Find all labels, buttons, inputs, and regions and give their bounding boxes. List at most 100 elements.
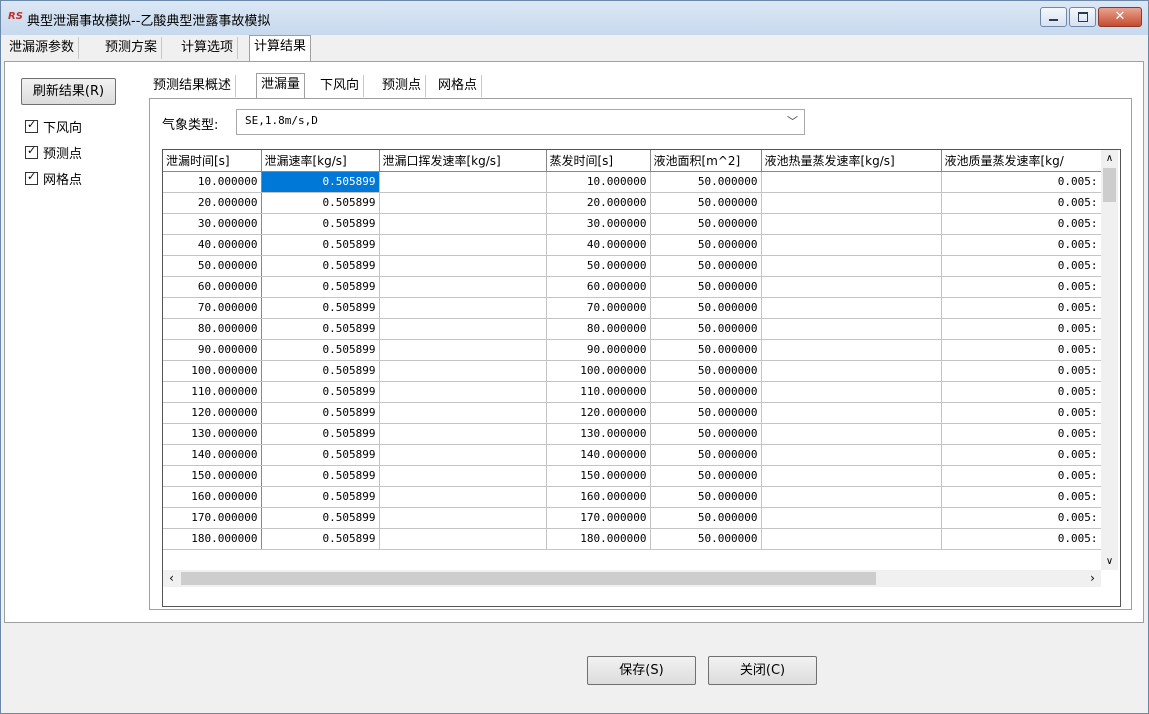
table-cell[interactable]: 0.505899 [261, 234, 380, 256]
table-cell[interactable]: 50.000000 [650, 486, 762, 508]
table-cell[interactable]: 50.000000 [650, 234, 762, 256]
table-cell[interactable] [379, 234, 547, 256]
tab-calc-options[interactable]: 计算选项 [177, 37, 239, 59]
table-row[interactable]: 60.000000 0.505899 60.000000 50.000000 0.005… [163, 276, 1102, 298]
table-cell[interactable] [379, 276, 547, 298]
row-header-cell[interactable]: 90.000000 [163, 339, 262, 361]
scroll-right-icon[interactable]: › [1084, 570, 1101, 587]
table-cell[interactable] [761, 402, 942, 424]
row-header-cell[interactable]: 160.000000 [163, 486, 262, 508]
table-cell[interactable] [379, 339, 547, 361]
table-cell[interactable] [379, 360, 547, 382]
table-cell[interactable]: 0.505899 [261, 213, 380, 235]
table-cell[interactable]: 0.505899 [261, 444, 380, 466]
table-cell[interactable]: 170.000000 [546, 507, 651, 529]
minimize-button[interactable] [1040, 7, 1067, 27]
checkbox-icon[interactable]: ✓ [25, 144, 38, 159]
tab-calc-results[interactable]: 计算结果 [249, 35, 312, 61]
tab-prediction-points[interactable]: 预测点 [378, 75, 427, 97]
checkbox-icon[interactable]: ✓ [25, 118, 38, 133]
row-header-cell[interactable]: 150.000000 [163, 465, 262, 487]
table-cell[interactable] [761, 507, 942, 529]
row-header-cell[interactable]: 180.000000 [163, 528, 262, 550]
table-cell[interactable]: 0.505899 [261, 507, 380, 529]
table-cell[interactable]: 0.505899 [261, 297, 380, 319]
table-cell[interactable] [379, 507, 547, 529]
table-cell[interactable]: 110.000000 [546, 381, 651, 403]
table-cell[interactable] [379, 255, 547, 277]
table-cell[interactable] [379, 423, 547, 445]
table-cell[interactable]: 70.000000 [546, 297, 651, 319]
horizontal-scroll-thumb[interactable] [181, 572, 876, 585]
column-header[interactable]: 液池面积[m^2] [650, 150, 762, 172]
table-cell[interactable]: 50.000000 [650, 381, 762, 403]
row-header-cell[interactable]: 130.000000 [163, 423, 262, 445]
tab-prediction-plan[interactable]: 预测方案 [101, 37, 163, 59]
table-cell[interactable] [379, 465, 547, 487]
table-cell[interactable]: 0.505899 [261, 486, 380, 508]
table-row[interactable]: 110.000000 0.505899 110.000000 50.000000 0.0… [163, 381, 1102, 403]
table-row[interactable]: 80.000000 0.505899 80.000000 50.000000 0.005… [163, 318, 1102, 340]
table-cell[interactable]: 160.000000 [546, 486, 651, 508]
column-header[interactable]: 液池质量蒸发速率[kg/ [941, 150, 1102, 172]
table-cell[interactable]: 50.000000 [650, 465, 762, 487]
table-cell[interactable]: 0.005: [941, 444, 1102, 466]
table-row[interactable]: 170.000000 0.505899 170.000000 50.000000 0.0… [163, 507, 1102, 529]
table-cell[interactable]: 0.505899 [261, 255, 380, 277]
table-cell[interactable] [761, 528, 942, 550]
checkbox-prediction-points[interactable]: ✓ 预测点 [25, 144, 82, 164]
table-cell[interactable] [379, 213, 547, 235]
table-cell[interactable]: 0.005: [941, 192, 1102, 214]
save-button[interactable]: 保存(S) [587, 656, 696, 685]
table-cell[interactable] [379, 318, 547, 340]
refresh-results-button[interactable]: 刷新结果(R) [21, 78, 116, 105]
table-cell[interactable]: 0.005: [941, 465, 1102, 487]
tab-downwind[interactable]: 下风向 [316, 75, 365, 97]
table-cell[interactable]: 0.005: [941, 213, 1102, 235]
table-row[interactable]: 90.000000 0.505899 90.000000 50.000000 0.005… [163, 339, 1102, 361]
table-cell[interactable] [761, 234, 942, 256]
title-bar[interactable]: RS 典型泄漏事故模拟--乙酸典型泄露事故模拟 ✕ [1, 1, 1148, 35]
table-cell[interactable] [379, 528, 547, 550]
table-cell[interactable]: 0.005: [941, 402, 1102, 424]
table-cell[interactable]: 50.000000 [650, 339, 762, 361]
table-cell[interactable]: 60.000000 [546, 276, 651, 298]
table-cell[interactable]: 0.505899 [261, 339, 380, 361]
row-header-cell[interactable]: 120.000000 [163, 402, 262, 424]
table-cell[interactable]: 50.000000 [650, 297, 762, 319]
table-cell[interactable] [761, 213, 942, 235]
table-cell[interactable] [761, 255, 942, 277]
table-cell[interactable]: 40.000000 [546, 234, 651, 256]
checkbox-downwind[interactable]: ✓ 下风向 [25, 118, 82, 138]
table-cell[interactable]: 20.000000 [546, 192, 651, 214]
table-cell[interactable] [379, 297, 547, 319]
table-cell[interactable]: 0.505899 [261, 318, 380, 340]
table-cell[interactable]: 0.005: [941, 381, 1102, 403]
table-cell[interactable] [761, 423, 942, 445]
table-cell[interactable]: 0.005: [941, 528, 1102, 550]
table-row[interactable]: 130.000000 0.505899 130.000000 50.000000 0.0… [163, 423, 1102, 445]
table-cell[interactable]: 0.505899 [261, 192, 380, 214]
tab-leak-amount[interactable]: 泄漏量 [256, 73, 306, 99]
table-cell[interactable]: 90.000000 [546, 339, 651, 361]
table-cell[interactable] [379, 402, 547, 424]
table-cell[interactable] [379, 192, 547, 214]
vertical-scroll-thumb[interactable] [1103, 168, 1116, 202]
row-header-cell[interactable]: 50.000000 [163, 255, 262, 277]
table-cell[interactable]: 50.000000 [650, 192, 762, 214]
table-cell[interactable]: 80.000000 [546, 318, 651, 340]
row-header-cell[interactable]: 40.000000 [163, 234, 262, 256]
column-header[interactable]: 液池热量蒸发速率[kg/s] [761, 150, 942, 172]
table-cell[interactable] [761, 381, 942, 403]
table-cell[interactable]: 0.005: [941, 255, 1102, 277]
table-cell[interactable] [761, 297, 942, 319]
table-cell[interactable]: 0.505899 [261, 276, 380, 298]
table-cell[interactable]: 50.000000 [650, 360, 762, 382]
table-cell[interactable]: 50.000000 [650, 423, 762, 445]
table-cell[interactable]: 50.000000 [650, 276, 762, 298]
row-header-cell[interactable]: 10.000000 [163, 171, 262, 193]
scroll-down-icon[interactable]: ∨ [1101, 553, 1118, 570]
leak-results-grid[interactable]: 泄漏时间[s] 泄漏速率[kg/s] 泄漏口挥发速率[kg/s] 蒸发时间[s] 液池面… [162, 149, 1121, 607]
close-button[interactable]: ✕ [1098, 7, 1142, 27]
table-cell[interactable]: 0.505899 [261, 423, 380, 445]
